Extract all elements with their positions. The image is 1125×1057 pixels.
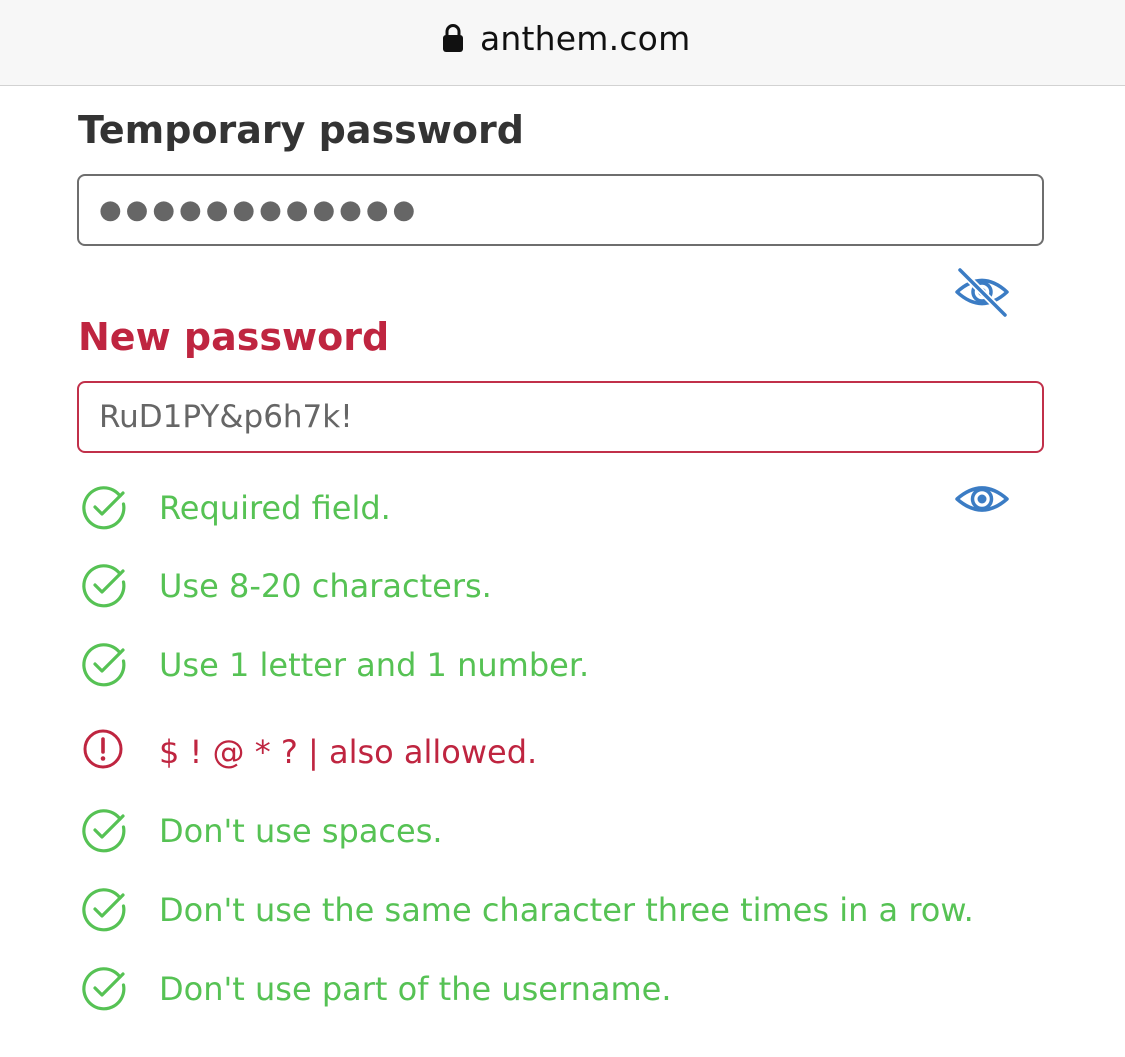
password-rule-text: Don't use part of the username. [159,970,672,1008]
url-text: anthem.com [480,18,691,58]
check-circle-icon [82,809,126,853]
check-circle-icon [82,486,126,530]
check-circle-icon [82,888,126,932]
lock-icon [443,24,463,52]
temporary-password-value: ●●●●●●●●●●●● [99,195,420,225]
check-circle-icon [82,643,126,687]
password-rule-text: Don't use spaces. [159,812,443,850]
new-password-input[interactable]: RuD1PY&p6h7k! [77,381,1044,453]
show-temporary-password-button[interactable] [954,264,1010,320]
check-circle-icon [82,967,126,1011]
url-display[interactable]: anthem.com [442,16,690,60]
check-circle-icon [82,564,126,608]
password-rule-text: Use 8-20 characters. [159,567,492,605]
password-rule: Use 8-20 characters. [80,562,492,610]
temporary-password-label: Temporary password [78,108,524,152]
password-rule-text: Required field. [159,489,391,527]
password-rule: Don't use part of the username. [80,965,671,1013]
password-rule-text: Don't use the same character three times… [159,891,974,929]
new-password-value: RuD1PY&p6h7k! [99,399,353,435]
browser-address-bar[interactable]: anthem.com [0,0,1125,86]
hide-new-password-button[interactable] [954,471,1010,527]
password-rule-text: Use 1 letter and 1 number. [159,646,590,684]
password-rule: Use 1 letter and 1 number. [80,641,589,689]
password-rule: $ ! @ * ? | also allowed. [80,728,537,776]
temporary-password-input[interactable]: ●●●●●●●●●●●● [77,174,1044,246]
password-rule: Required field. [80,484,391,532]
new-password-label: New password [78,315,390,359]
eye-slash-icon [955,267,1009,317]
exclamation-circle-icon [83,729,123,769]
password-rule: Don't use spaces. [80,807,443,855]
password-rule-text: $ ! @ * ? | also allowed. [159,733,538,771]
eye-icon [955,486,1009,512]
password-rule: Don't use the same character three times… [80,886,974,934]
